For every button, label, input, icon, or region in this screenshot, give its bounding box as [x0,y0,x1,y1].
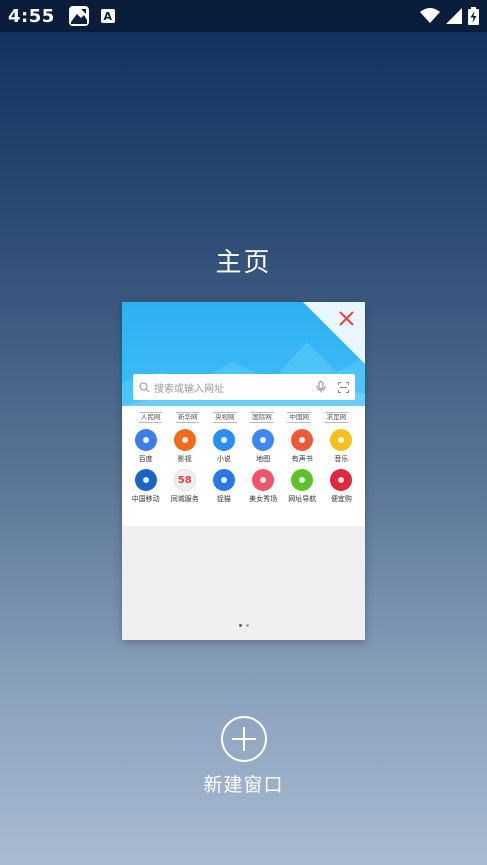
app-shortcut[interactable]: 音乐 [322,429,361,464]
page-dot-active [238,624,242,627]
app-shortcut-label: 有声书 [291,455,313,463]
microphone-icon[interactable] [316,381,326,393]
close-icon [303,302,365,364]
app-shortcut[interactable]: 有声书 [283,429,322,464]
video-icon [173,429,196,451]
app-shortcut[interactable]: 捉猫 [204,469,243,504]
search-box[interactable]: 搜索或输入网址 [133,374,355,400]
baidu-icon [134,429,157,451]
app-shortcut-label: 中国移动 [131,495,160,503]
wifi-icon [420,8,440,23]
status-bar: 4:55 A [0,0,487,32]
add-icon [220,716,267,762]
site-links-row: 人民网 新华网 央视网 国际网 中国网 求是网 [122,406,365,423]
china-mobile-icon [134,469,157,491]
site-link[interactable]: 新华网 [175,412,200,423]
tab-card[interactable]: 搜索或输入网址 人民网 新华网 央视网 国际网 中国网 求是网 百度 影视 小说 地图… [122,302,365,640]
live-show-icon [252,469,275,491]
gallery-notification-icon [68,6,89,26]
map-icon [252,429,275,451]
status-time: 4:55 [8,5,55,27]
new-window-button[interactable]: 新建窗口 [0,716,487,797]
app-shortcut-label: 影视 [177,455,192,463]
tab-card-header: 搜索或输入网址 [122,302,365,406]
battery-charging-icon [468,7,479,25]
site-link[interactable]: 国际网 [250,412,274,423]
search-placeholder: 搜索或输入网址 [154,383,224,395]
page-indicator [122,624,365,627]
site-link[interactable]: 央视网 [213,412,237,423]
app-shortcut-label: 百度 [138,455,153,463]
58-icon: 58 [173,469,196,491]
search-icon [139,382,150,392]
audio-book-icon [291,429,314,451]
app-shortcut-label: 小说 [216,455,231,463]
music-icon [330,429,353,451]
tab-card-body: 人民网 新华网 央视网 国际网 中国网 求是网 百度 影视 小说 地图 有声书 音乐中国移… [122,406,365,627]
tab-title: 主页 [215,248,272,278]
signal-icon [446,8,462,24]
book-icon [212,429,235,451]
shopping-icon [330,469,353,491]
app-shortcut-label: 同城服务 [170,495,199,503]
app-shortcut[interactable]: 中国移动 [126,469,165,504]
app-shortcut-label: 便宜购 [330,495,352,503]
site-link[interactable]: 中国网 [287,412,311,423]
app-shortcut-label: 音乐 [334,455,349,463]
a-notification-icon: A [100,9,115,23]
navigation-icon [291,469,314,491]
app-shortcuts-grid: 百度 影视 小说 地图 有声书 音乐中国移动 58 同城服务 捉猫 美女秀场 网址导航 便宜购 [122,423,365,504]
app-shortcut[interactable]: 地图 [244,429,283,464]
app-shortcut[interactable]: 小说 [204,429,243,464]
app-shortcut-label: 地图 [256,455,271,463]
close-tab-button[interactable] [303,302,365,364]
site-link[interactable]: 求是网 [324,412,349,423]
page-dot [245,624,249,627]
app-shortcut-label: 美女秀场 [249,495,278,503]
app-shortcut-label: 捉猫 [216,495,231,503]
cat-icon [212,469,235,491]
site-link[interactable]: 人民网 [138,412,163,423]
app-shortcut[interactable]: 便宜购 [322,469,361,504]
app-shortcut[interactable]: 网址导航 [283,469,322,504]
app-shortcut[interactable]: 58 同城服务 [165,469,204,504]
app-shortcut[interactable]: 百度 [126,429,165,464]
status-indicators [420,7,479,25]
app-shortcut-label: 网址导航 [288,495,317,503]
app-shortcut[interactable]: 美女秀场 [244,469,283,504]
app-shortcut[interactable]: 影视 [165,429,204,464]
scan-icon[interactable] [338,381,349,393]
new-window-label: 新建窗口 [203,774,284,796]
